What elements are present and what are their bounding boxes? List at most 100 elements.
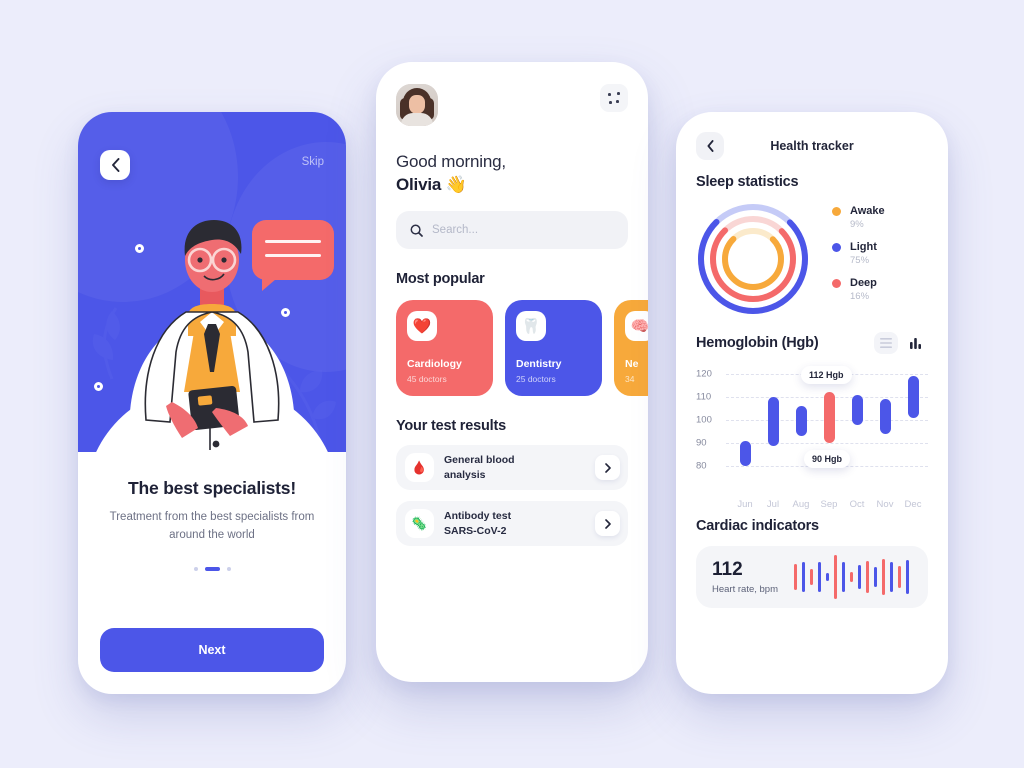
bar-nov[interactable] [880,399,891,434]
more-options-button[interactable] [600,84,628,112]
search-input[interactable] [432,224,614,236]
category-count: 34 [625,374,635,384]
result-line-1: Antibody test [444,510,512,523]
chevron-right-icon[interactable] [595,511,620,536]
onboarding-subtitle: Treatment from the best specialists from… [109,511,315,541]
page-indicator[interactable] [100,566,324,571]
category-count: 25 doctors [516,374,556,384]
search-icon [410,224,423,237]
result-label: Antibody test SARS-CoV-2 [444,509,585,537]
result-icon-glyph: 🩸 [411,459,428,475]
chevron-right-glyph [604,462,611,473]
bar-sep-highlighted[interactable] [824,392,835,443]
tooltip-low: 90 Hgb [804,450,851,468]
most-popular-title: Most popular [396,271,485,287]
dot-decor-3 [94,382,103,391]
sleep-legend: Awake 9% Light 75% Deep 16% [822,205,928,313]
legend-label: Light [850,241,877,253]
wave-bar [866,561,869,593]
wave-bar [842,562,845,592]
dots-icon [608,92,620,104]
legend-dot-awake [832,206,841,216]
page-dot[interactable] [193,566,198,571]
phone-home-screen: Good morning, Olivia 👋 Most popular ❤️ C… [376,62,648,682]
skip-button[interactable]: Skip [302,156,324,168]
heart-rate-values: 112 Heart rate, bpm [712,560,778,595]
next-button[interactable]: Next [100,628,324,672]
greeting-line-1: Good morning, [396,152,506,171]
tooltip-high: 112 Hgb [801,366,852,384]
bar-jul[interactable] [768,397,779,447]
legend-percent: 9% [850,219,864,230]
legend-dot-deep [832,278,841,288]
wave-bar [858,565,861,589]
wave-bar [890,562,893,592]
bar-oct[interactable] [852,394,863,425]
y-tick-80: 80 [696,460,707,472]
heart-icon: ❤️ [407,311,437,341]
page-dot-active[interactable] [204,566,220,571]
result-line-2: analysis [444,468,486,481]
legend-percent: 16% [850,291,870,302]
card-icon-glyph: ❤️ [412,318,432,335]
sleep-donut-chart [696,202,810,316]
x-tick-nov: Nov [876,499,894,510]
back-button[interactable] [100,150,130,180]
legend-row: Light [832,241,928,253]
list-icon [880,338,892,348]
chevron-right-glyph [604,518,611,529]
category-cards: ❤️ Cardiology 45 doctors 🦷 Dentistry 25 … [396,300,648,396]
virus-icon: 🦠 [405,509,434,538]
bar-jun[interactable] [740,440,751,466]
y-tick-100: 100 [696,414,712,426]
onboarding-title: The best specialists! [128,478,296,498]
heart-rate-waveform [788,554,912,600]
legend-label: Awake [850,205,885,217]
wave-bar [898,566,901,588]
page-dot[interactable] [226,566,231,571]
x-tick-oct: Oct [849,499,865,510]
brain-icon: 🧠 [625,311,648,341]
avatar[interactable] [396,84,438,126]
category-card-cardiology[interactable]: ❤️ Cardiology 45 doctors [396,300,493,396]
result-item-antibody[interactable]: 🦠 Antibody test SARS-CoV-2 [396,501,628,546]
wave-bar [874,567,877,587]
bar-aug[interactable] [796,406,807,437]
result-item-blood[interactable]: 🩸 General blood analysis [396,445,628,490]
heart-rate-value: 112 [712,558,743,580]
x-tick-dec: Dec [904,499,922,510]
hemoglobin-title: Hemoglobin (Hgb) [696,335,819,351]
legend-row: Deep [832,277,928,289]
legend-item-awake: Awake 9% [832,205,928,230]
wave-bar [906,560,909,594]
sleep-rings-svg [698,204,808,314]
greeting-block: Good morning, Olivia 👋 [396,152,628,195]
hemoglobin-header: Hemoglobin (Hgb) [696,332,928,354]
bar-dec[interactable] [908,376,919,418]
tooth-icon: 🦷 [516,311,546,341]
category-card-dentistry[interactable]: 🦷 Dentistry 25 doctors [505,300,602,396]
category-card-partial[interactable]: 🧠 Ne 34 [614,300,648,396]
view-toggle-group [874,332,928,354]
list-view-button[interactable] [874,332,898,354]
x-tick-jun: Jun [737,499,753,510]
sleep-statistics-title: Sleep statistics [696,174,799,190]
search-bar[interactable] [396,211,628,249]
category-name: Ne [625,358,639,370]
tracker-header: Health tracker [696,132,928,160]
bar-chart-icon [910,337,921,349]
home-content: Good morning, Olivia 👋 Most popular ❤️ C… [376,62,648,546]
heart-rate-label: Heart rate, bpm [712,583,778,595]
legend-row: Awake [832,205,928,217]
x-tick-sep: Sep [820,499,838,510]
hemoglobin-chart: 120 110 100 90 80 Jun Jul Aug Sep Oct No… [696,366,928,510]
wave-bar [826,573,829,581]
wave-bar [882,559,885,595]
x-tick-jul: Jul [766,499,780,510]
chevron-right-icon[interactable] [595,455,620,480]
category-name: Cardiology [407,358,462,370]
phone-onboarding-screen: Skip The best specialists! Treatment fro… [78,112,346,694]
chevron-left-icon [111,158,119,172]
heart-rate-card[interactable]: 112 Heart rate, bpm [696,546,928,608]
chart-view-button[interactable] [904,332,928,354]
